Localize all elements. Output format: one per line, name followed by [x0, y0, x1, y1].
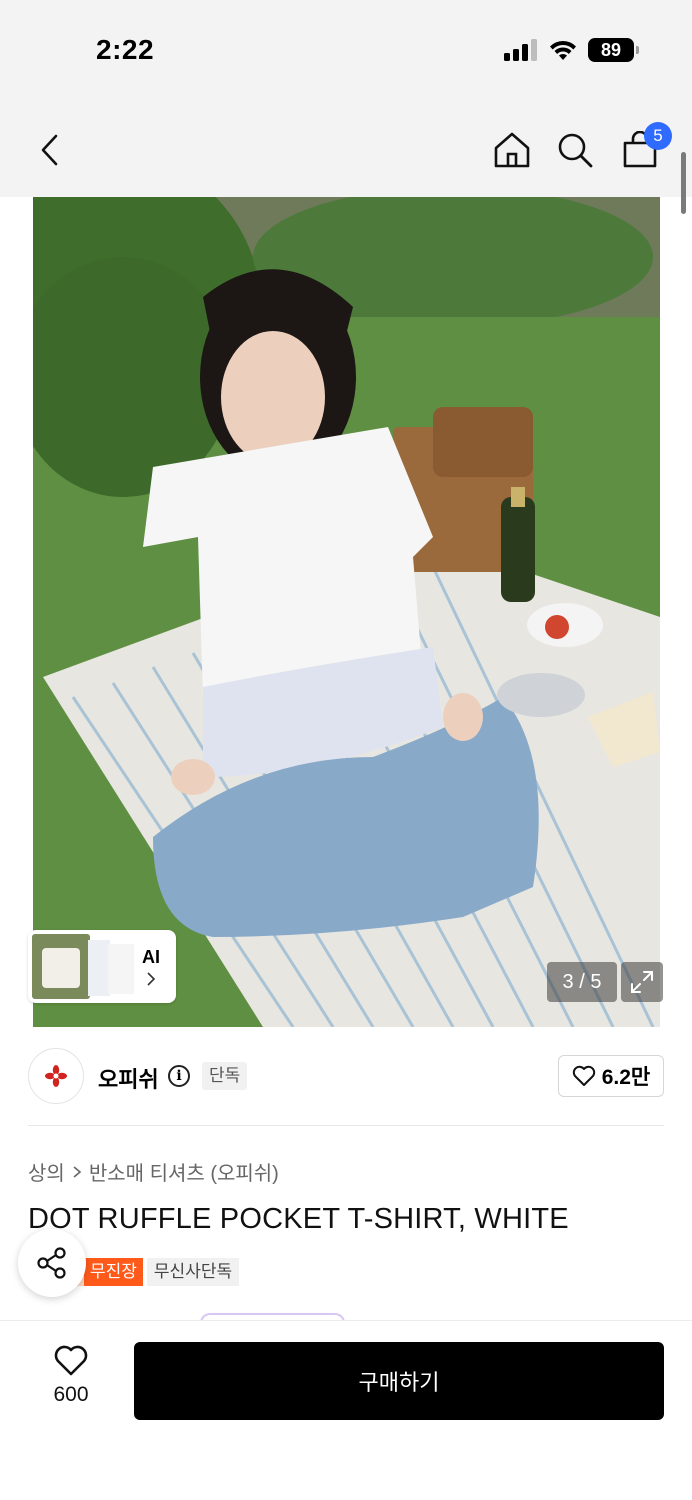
- chevron-right-icon: [147, 972, 156, 986]
- chevron-right-icon: [73, 1165, 82, 1178]
- ai-styling-thumbnail[interactable]: AI: [28, 930, 176, 1003]
- share-icon: [37, 1247, 66, 1279]
- cart-button[interactable]: 5: [618, 122, 672, 172]
- brand-logo[interactable]: [28, 1048, 84, 1104]
- search-button[interactable]: [553, 128, 597, 172]
- share-button[interactable]: [18, 1229, 86, 1297]
- buy-button[interactable]: 구매하기: [134, 1342, 664, 1420]
- top-nav: 5: [0, 100, 692, 197]
- scroll-indicator: [681, 152, 686, 214]
- product-tags: 무진장 무신사단독: [84, 1258, 240, 1286]
- ai-thumbnail-images: [32, 934, 134, 999]
- product-photo: [33, 197, 660, 1027]
- expand-icon: [631, 971, 653, 993]
- tag-musinsa-exclusive: 무신사단독: [146, 1258, 240, 1286]
- status-icons: 89: [504, 38, 639, 62]
- breadcrumb-category[interactable]: 상의: [28, 1157, 65, 1186]
- chevron-left-icon: [41, 134, 58, 166]
- heart-icon: [54, 1345, 88, 1376]
- ai-text: AI: [142, 947, 160, 967]
- image-counter: 3 / 5: [547, 962, 617, 1002]
- tag-mujinjang: 무진장: [84, 1258, 143, 1286]
- exclusive-tag: 단독: [202, 1062, 248, 1090]
- status-bar: 2:22 89: [0, 0, 692, 100]
- battery-indicator: 89: [588, 38, 639, 62]
- divider: [28, 1125, 664, 1126]
- wishlist-count: 600: [53, 1383, 89, 1406]
- breadcrumb-subcategory[interactable]: 반소매 티셔츠 (오피쉬): [89, 1157, 279, 1186]
- brand-like-button[interactable]: 6.2만: [558, 1055, 664, 1097]
- signal-icon: [504, 39, 537, 61]
- cart-count-badge: 5: [644, 122, 672, 150]
- brand-name[interactable]: 오피쉬: [98, 1062, 159, 1094]
- wifi-icon: [550, 40, 576, 60]
- home-icon: [494, 132, 530, 168]
- back-button[interactable]: [32, 130, 68, 170]
- bottom-action-bar: 600 구매하기: [0, 1320, 692, 1500]
- expand-image-button[interactable]: [621, 962, 663, 1002]
- status-time: 2:22: [96, 34, 155, 65]
- heart-icon: [572, 1065, 595, 1086]
- brand-like-count: 6.2만: [601, 1066, 651, 1089]
- breadcrumb: 상의 반소매 티셔츠 (오피쉬): [28, 1157, 279, 1186]
- wishlist-button[interactable]: 600: [40, 1345, 102, 1407]
- info-icon[interactable]: i: [168, 1065, 190, 1087]
- home-button[interactable]: [490, 128, 534, 172]
- flower-logo-icon: [45, 1065, 67, 1087]
- product-title: DOT RUFFLE POCKET T-SHIRT, WHITE: [28, 1203, 569, 1235]
- ai-label: AI: [142, 947, 160, 986]
- search-icon: [558, 133, 593, 168]
- product-image[interactable]: [33, 197, 660, 1027]
